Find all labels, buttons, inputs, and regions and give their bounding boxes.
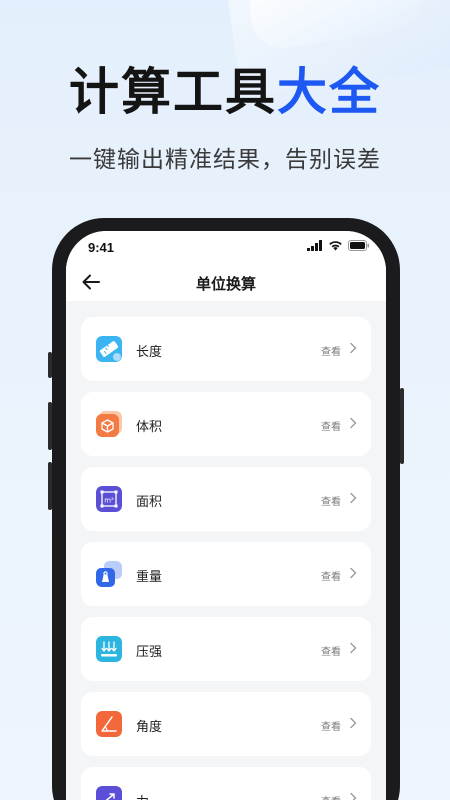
navigation-bar: 单位换算 [66, 263, 386, 301]
chevron-right-icon [350, 792, 357, 800]
list-item-label: 力 [136, 791, 149, 800]
view-link[interactable]: 查看 [321, 418, 341, 433]
ruler-icon [96, 336, 122, 362]
list-item-area[interactable]: m² 面积 查看 [81, 467, 371, 531]
subheadline: 一键输出精准结果，告别误差 [69, 147, 381, 173]
unit-list: 长度 查看 体积 查看 m² 面积 查看 重量 查看 压强 查看 角度 查看 [66, 301, 386, 800]
chevron-right-icon [350, 492, 357, 504]
list-item-label: 压强 [136, 645, 163, 660]
list-item-label: 角度 [136, 720, 163, 735]
view-link[interactable]: 查看 [321, 718, 341, 733]
headline: 计算工具大全 [0, 60, 450, 124]
list-item-volume[interactable]: 体积 查看 [81, 392, 371, 456]
headline-main: 计算工具 [69, 63, 277, 121]
list-item-pressure[interactable]: 压强 查看 [81, 617, 371, 681]
status-icons [307, 240, 370, 251]
view-link[interactable]: 查看 [321, 493, 341, 508]
list-item-label: 面积 [136, 495, 163, 510]
phone-power-button [400, 388, 404, 464]
list-item-length[interactable]: 长度 查看 [81, 317, 371, 381]
area-square-icon: m² [96, 486, 122, 512]
phone-volume-down [48, 462, 52, 510]
view-link[interactable]: 查看 [321, 568, 341, 583]
status-time: 9:41 [88, 240, 115, 255]
phone-mute-switch [48, 352, 52, 378]
chevron-right-icon [350, 717, 357, 729]
list-item-weight[interactable]: 重量 查看 [81, 542, 371, 606]
pressure-icon [96, 636, 122, 662]
chevron-right-icon [350, 417, 357, 429]
chevron-right-icon [350, 642, 357, 654]
wifi-icon [329, 241, 342, 251]
list-item-force[interactable]: 力 查看 [81, 767, 371, 800]
chevron-right-icon [350, 342, 357, 354]
list-item-label: 重量 [136, 570, 163, 585]
chevron-right-icon [350, 567, 357, 579]
view-link[interactable]: 查看 [321, 793, 341, 800]
view-link[interactable]: 查看 [321, 343, 341, 358]
phone-screen: 9:41 单位换算 长度 查看 体积 查看 m² 面积 查看 重量 查看 压强 … [66, 231, 386, 800]
angle-icon [96, 711, 122, 737]
list-item-label: 体积 [136, 420, 163, 435]
force-icon [96, 786, 122, 800]
battery-icon [348, 240, 370, 251]
svg-text:m²: m² [104, 497, 114, 505]
status-bar: 9:41 [66, 231, 386, 263]
headline-accent: 大全 [277, 63, 381, 121]
view-link[interactable]: 查看 [321, 643, 341, 658]
cube-icon [96, 411, 122, 437]
phone-volume-up [48, 402, 52, 450]
page-title: 单位换算 [195, 275, 256, 293]
list-item-angle[interactable]: 角度 查看 [81, 692, 371, 756]
weight-icon [96, 561, 122, 587]
signal-icon [307, 240, 322, 251]
list-item-label: 长度 [136, 345, 163, 360]
